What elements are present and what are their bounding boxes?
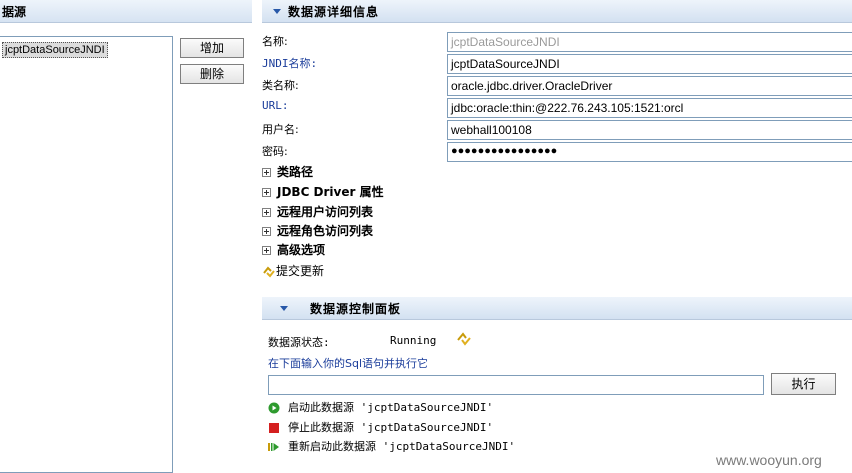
jndi-field[interactable]: jcptDataSourceJNDI: [447, 54, 852, 74]
watermark: www.wooyun.org: [716, 452, 822, 468]
stop-datasource-link[interactable]: 停止此数据源 'jcptDataSourceJNDI': [268, 419, 493, 435]
expand-plus-icon[interactable]: [262, 208, 271, 217]
name-field: jcptDataSourceJNDI: [447, 32, 852, 52]
name-label: 名称:: [262, 35, 288, 48]
execute-button[interactable]: 执行: [771, 373, 836, 395]
expander-jdbc-driver-properties[interactable]: JDBC Driver 属性: [262, 183, 384, 200]
refresh-icon: [263, 266, 275, 277]
class-label: 类名称:: [262, 79, 299, 92]
expander-advanced[interactable]: 高级选项: [262, 241, 325, 258]
add-button[interactable]: 增加: [180, 38, 244, 58]
user-label: 用户名:: [262, 123, 299, 136]
control-section-title: 数据源控制面板: [310, 302, 402, 316]
submit-update-label: 提交更新: [276, 264, 325, 278]
sql-hint: 在下面输入你的Sql语句并执行它: [268, 357, 429, 370]
expand-plus-icon[interactable]: [262, 227, 271, 236]
delete-button[interactable]: 删除: [180, 64, 244, 84]
collapse-triangle-icon[interactable]: [280, 306, 288, 311]
restart-datasource-label: 重新启动此数据源 'jcptDataSourceJNDI': [288, 440, 516, 453]
expander-remote-roles[interactable]: 远程角色访问列表: [262, 222, 373, 239]
control-section-header[interactable]: 数据源控制面板: [262, 297, 852, 320]
status-label: 数据源状态:: [268, 336, 330, 349]
left-panel-header: 据源: [0, 0, 252, 23]
play-icon: [268, 402, 280, 413]
left-panel-title: 据源: [2, 5, 27, 19]
expand-plus-icon[interactable]: [262, 168, 271, 177]
expand-plus-icon[interactable]: [262, 246, 271, 255]
status-value: Running: [390, 334, 437, 347]
jndi-label: JNDI名称:: [262, 57, 318, 70]
url-field[interactable]: jdbc:oracle:thin:@222.76.243.105:1521:or…: [447, 98, 852, 118]
list-item[interactable]: jcptDataSourceJNDI: [2, 42, 108, 58]
refresh-status-icon[interactable]: [456, 332, 472, 346]
url-label: URL:: [262, 99, 289, 112]
expand-plus-icon[interactable]: [262, 188, 271, 197]
restart-icon: [268, 442, 279, 451]
password-field[interactable]: ●●●●●●●●●●●●●●●●: [447, 142, 852, 162]
sql-input[interactable]: [268, 375, 764, 395]
expander-remote-users[interactable]: 远程用户访问列表: [262, 203, 373, 220]
datasource-list[interactable]: jcptDataSourceJNDI: [0, 36, 173, 473]
submit-update-link[interactable]: 提交更新: [262, 262, 324, 279]
start-datasource-link[interactable]: 启动此数据源 'jcptDataSourceJNDI': [268, 399, 493, 415]
detail-section-header[interactable]: 数据源详细信息: [262, 0, 852, 23]
collapse-triangle-icon[interactable]: [273, 9, 281, 14]
start-datasource-label: 启动此数据源 'jcptDataSourceJNDI': [288, 401, 494, 414]
user-field[interactable]: webhall100108: [447, 120, 852, 140]
restart-datasource-link[interactable]: 重新启动此数据源 'jcptDataSourceJNDI': [268, 438, 515, 454]
stop-icon: [269, 422, 279, 433]
stop-datasource-label: 停止此数据源 'jcptDataSourceJNDI': [288, 421, 494, 434]
expander-label: 类路径: [277, 165, 314, 179]
expander-label: 远程角色访问列表: [277, 224, 374, 238]
expander-label: JDBC Driver 属性: [277, 185, 384, 199]
expander-label: 高级选项: [277, 243, 326, 257]
expander-label: 远程用户访问列表: [277, 205, 374, 219]
password-label: 密码:: [262, 145, 288, 158]
class-field[interactable]: oracle.jdbc.driver.OracleDriver: [447, 76, 852, 96]
detail-section-title: 数据源详细信息: [288, 5, 380, 19]
expander-classpath[interactable]: 类路径: [262, 163, 313, 180]
